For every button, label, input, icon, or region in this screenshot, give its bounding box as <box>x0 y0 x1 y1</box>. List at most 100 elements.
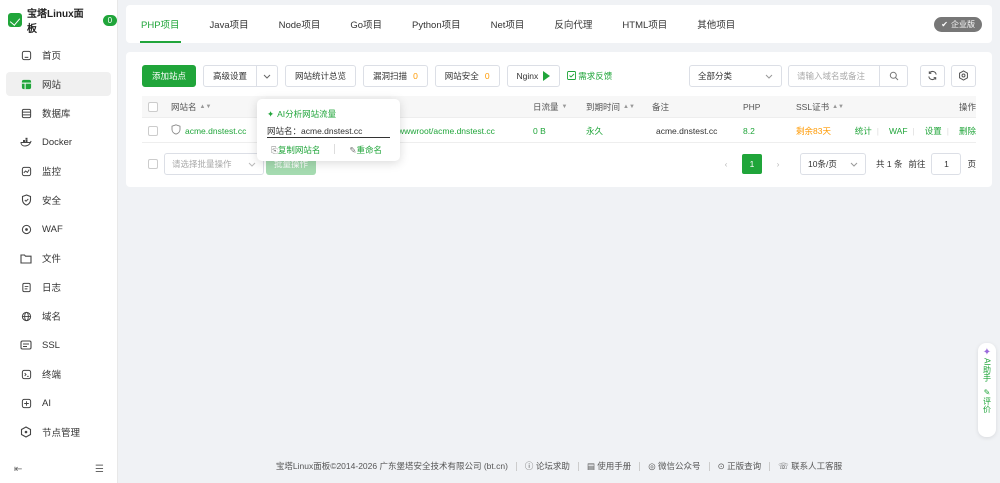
col-name[interactable]: 网站名 ▲▼ <box>171 96 211 117</box>
manual-link[interactable]: ▤ 使用手册 <box>587 460 631 472</box>
prev-page-icon[interactable]: ‹ <box>716 154 736 174</box>
menu-icon[interactable]: ☰ <box>95 464 104 475</box>
goto-input[interactable]: 1 <box>931 153 962 175</box>
waf-action[interactable]: WAF <box>889 126 908 136</box>
stats-action[interactable]: 统计 <box>855 125 872 137</box>
search-box <box>788 65 908 87</box>
nginx-button[interactable]: Nginx <box>506 65 561 87</box>
php-version[interactable]: 8.2 <box>743 119 755 142</box>
sidebar-item-waf[interactable]: WAF <box>6 217 111 241</box>
site-path-link[interactable]: wwwroot/acme.dnstest.cc <box>398 119 495 142</box>
support-link[interactable]: ☏ 联系人工客服 <box>778 460 842 472</box>
rate-label[interactable]: 评价 <box>982 397 993 413</box>
tab-php[interactable]: PHP项目 <box>126 5 195 43</box>
vuln-scan-button[interactable]: 漏洞扫描 0 <box>363 65 428 87</box>
footer-checkbox[interactable] <box>148 159 158 169</box>
page-size-select[interactable]: 10条/页 <box>800 153 867 175</box>
sidebar-item-website[interactable]: 网站 <box>6 72 111 96</box>
sidebar-item-database[interactable]: 数据库 <box>6 101 111 125</box>
chevron-down-icon[interactable] <box>257 65 279 87</box>
batch-select[interactable]: 请选择批量操作 <box>164 153 264 175</box>
site-stats-button[interactable]: 网站统计总览 <box>285 65 357 87</box>
search-icon[interactable] <box>879 66 907 86</box>
sidebar-item-domain[interactable]: 域名 <box>6 304 111 328</box>
checkbox[interactable] <box>148 101 158 112</box>
sidebar-item-files[interactable]: 文件 <box>6 246 111 270</box>
page-unit: 页 <box>967 159 976 169</box>
delete-action[interactable]: 删除 <box>959 125 976 137</box>
tab-other[interactable]: 其他项目 <box>682 5 750 43</box>
tab-html[interactable]: HTML项目 <box>607 5 682 43</box>
refresh-button[interactable] <box>920 65 945 87</box>
brand[interactable]: 宝塔Linux面板 0 <box>0 0 118 40</box>
select-all-checkbox[interactable] <box>148 96 158 117</box>
ai-analyze-link[interactable]: ✦ AI分析网站流量 <box>267 108 336 120</box>
advanced-settings-button[interactable]: 高级设置 <box>203 65 258 87</box>
site-name-cell[interactable]: acme.dnstest.cc <box>171 119 246 142</box>
book-icon: ▤ <box>586 461 595 471</box>
divider <box>708 461 710 471</box>
project-tabs: PHP项目 Java项目 Node项目 Go项目 Python项目 Net项目 … <box>126 5 992 43</box>
search-input[interactable] <box>789 71 879 81</box>
sidebar-item-monitor[interactable]: 监控 <box>6 159 111 183</box>
tab-node[interactable]: Node项目 <box>264 5 336 43</box>
copy-icon: ⎘ <box>271 145 278 155</box>
site-security-button[interactable]: 网站安全 0 <box>434 65 500 87</box>
remark-value[interactable]: acme.dnstest.cc <box>656 119 717 142</box>
ai-assistant-float[interactable]: ✦ AI助手 ✎ 评价 <box>978 343 996 437</box>
notification-badge[interactable]: 0 <box>102 14 118 26</box>
add-site-button[interactable]: 添加站点 <box>142 65 197 87</box>
enterprise-badge[interactable]: ✔ 企业版 <box>934 17 982 32</box>
checkbox[interactable] <box>148 159 158 169</box>
edit-icon <box>567 70 577 82</box>
home-icon <box>20 49 32 61</box>
col-expire[interactable]: 到期时间 ▲▼ <box>586 96 635 117</box>
ai-assistant-label[interactable]: AI助手 <box>982 358 993 382</box>
row-actions: 统计 | WAF | 设置 | 删除 <box>855 119 976 142</box>
feedback-link[interactable]: 需求反馈 <box>567 70 612 82</box>
chevron-down-icon <box>248 159 256 169</box>
advanced-settings-group: 高级设置 <box>203 65 279 87</box>
sidebar-item-home[interactable]: 首页 <box>6 43 111 67</box>
category-select[interactable]: 全部分类 <box>689 65 782 87</box>
settings-action[interactable]: 设置 <box>925 125 942 137</box>
sidebar-item-nodes[interactable]: 节点管理 <box>6 420 111 444</box>
site-name-link[interactable]: acme.dnstest.cc <box>185 126 246 136</box>
batch-placeholder: 请选择批量操作 <box>172 159 232 169</box>
wechat-link[interactable]: ◎ 微信公众号 <box>648 460 700 472</box>
divider <box>577 461 579 471</box>
row-checkbox[interactable] <box>148 119 158 142</box>
page-number[interactable]: 1 <box>742 154 763 174</box>
col-ssl[interactable]: SSL证书 ▲▼ <box>796 96 844 117</box>
sidebar-item-docker[interactable]: Docker <box>6 130 111 154</box>
tab-net[interactable]: Net项目 <box>476 5 540 43</box>
copy-name-button[interactable]: ⎘复制网站名 <box>271 144 320 156</box>
settings-button[interactable] <box>951 65 976 87</box>
col-traffic[interactable]: 日流量 ▼ <box>533 96 567 117</box>
sidebar-item-terminal[interactable]: 终端 <box>6 362 111 386</box>
vuln-count: 0 <box>413 71 418 81</box>
sidebar-item-ssl[interactable]: SSL <box>6 333 111 357</box>
next-page-icon[interactable]: › <box>768 154 788 174</box>
traffic-value[interactable]: 0 B <box>533 119 546 142</box>
collapse-icon[interactable]: ⇤ <box>14 464 22 475</box>
chevron-down-icon <box>765 71 773 81</box>
sidebar-item-logs[interactable]: 日志 <box>6 275 111 299</box>
forum-link[interactable]: ⓘ 论坛求助 <box>525 460 570 472</box>
docker-icon <box>20 136 32 148</box>
sidebar-item-ai[interactable]: AI <box>6 391 111 415</box>
gear-icon <box>958 69 969 83</box>
tab-python[interactable]: Python项目 <box>397 5 476 43</box>
shield-icon <box>20 194 32 206</box>
license-link[interactable]: ⊙ 正版查询 <box>718 460 762 472</box>
ssl-status[interactable]: 剩余83天 <box>796 119 831 142</box>
tab-go[interactable]: Go项目 <box>335 5 397 43</box>
tab-reverse-proxy[interactable]: 反向代理 <box>539 5 607 43</box>
sidebar-item-security[interactable]: 安全 <box>6 188 111 212</box>
sidebar-item-label: 首页 <box>42 51 62 62</box>
checkbox[interactable] <box>148 125 158 136</box>
divider <box>515 461 517 471</box>
tab-java[interactable]: Java项目 <box>195 5 264 43</box>
rename-button[interactable]: ✎重命名 <box>349 144 382 156</box>
expire-value[interactable]: 永久 <box>586 119 603 142</box>
